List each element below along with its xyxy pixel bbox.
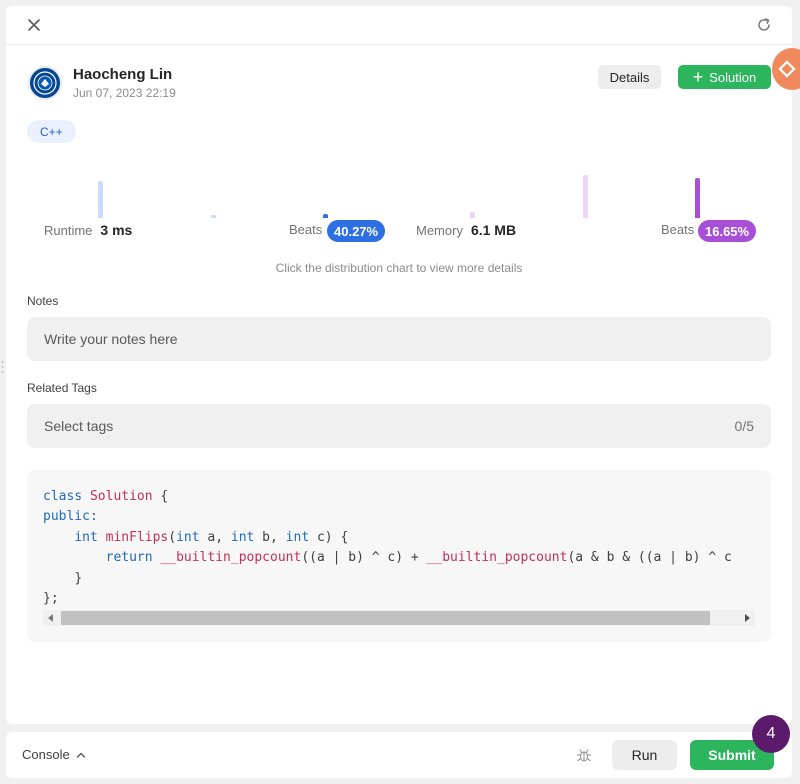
notification-badge[interactable]: 4 xyxy=(752,715,790,753)
runtime-bar-current[interactable] xyxy=(323,214,328,218)
details-button[interactable]: Details xyxy=(598,65,661,89)
scrollbar-thumb[interactable] xyxy=(61,611,710,625)
drag-handle-icon[interactable] xyxy=(1,360,4,374)
plus-icon: + xyxy=(692,67,704,87)
chart-hint: Click the distribution chart to view mor… xyxy=(275,261,523,275)
add-solution-button[interactable]: + Solution xyxy=(678,65,771,89)
bottom-toolbar: Console Run Submit xyxy=(6,732,792,778)
refresh-icon[interactable] xyxy=(754,15,774,35)
memory-beats-badge: 16.65% xyxy=(698,220,757,242)
scroll-right-icon[interactable] xyxy=(745,614,750,622)
code-block[interactable]: class Solution { public: int minFlips(in… xyxy=(27,470,771,642)
runtime-label: Runtime xyxy=(44,222,93,238)
runtime-beats-label: Beats xyxy=(289,222,322,237)
beats-label: Beats xyxy=(289,222,323,237)
chevron-up-icon xyxy=(76,752,85,758)
notes-label: Notes xyxy=(27,294,59,308)
code-text: class Solution { public: int minFlips(in… xyxy=(43,489,732,607)
runtime-value: 3 ms xyxy=(100,222,133,238)
scroll-left-icon[interactable] xyxy=(48,614,53,622)
memory-label: Memory xyxy=(416,222,463,238)
runtime-beats-badge: 40.27% xyxy=(327,220,386,242)
avatar[interactable] xyxy=(28,66,62,100)
tags-select[interactable]: Select tags 0/5 xyxy=(27,404,771,448)
run-button[interactable]: Run xyxy=(612,740,677,770)
runtime-stat: Runtime 3 ms xyxy=(44,222,132,238)
close-icon[interactable] xyxy=(24,15,44,35)
tags-placeholder: Select tags xyxy=(44,418,114,434)
memory-value: 6.1 MB xyxy=(470,222,517,238)
runtime-bar[interactable] xyxy=(98,181,103,218)
tags-count: 0/5 xyxy=(734,418,754,434)
memory-stat: Memory 6.1 MB xyxy=(416,222,516,238)
memory-bar[interactable] xyxy=(583,175,588,218)
author-info: Haocheng Lin Jun 07, 2023 22:19 xyxy=(28,66,176,100)
language-badge[interactable]: C++ xyxy=(27,120,76,143)
author-text: Haocheng Lin Jun 07, 2023 22:19 xyxy=(73,66,176,100)
panel-topbar xyxy=(6,6,792,45)
memory-beats-label: Beats xyxy=(661,222,694,237)
solution-button-label: Solution xyxy=(709,69,757,85)
notes-input[interactable]: Write your notes here xyxy=(27,317,771,361)
submission-date: Jun 07, 2023 22:19 xyxy=(73,86,176,100)
console-label: Console xyxy=(22,747,70,762)
related-tags-label: Related Tags xyxy=(27,381,97,395)
beats-label: Beats xyxy=(661,222,695,237)
memory-bar[interactable] xyxy=(470,212,475,218)
code-horizontal-scrollbar[interactable] xyxy=(43,610,755,626)
console-toggle[interactable]: Console xyxy=(22,747,86,762)
submission-panel: Haocheng Lin Jun 07, 2023 22:19 Details … xyxy=(6,6,792,724)
notes-placeholder: Write your notes here xyxy=(44,331,178,347)
memory-bar-current[interactable] xyxy=(695,178,700,218)
distribution-chart[interactable] xyxy=(6,166,792,218)
debug-bug-icon[interactable] xyxy=(574,745,594,765)
author-name[interactable]: Haocheng Lin xyxy=(73,66,176,84)
runtime-bar[interactable] xyxy=(211,215,216,218)
